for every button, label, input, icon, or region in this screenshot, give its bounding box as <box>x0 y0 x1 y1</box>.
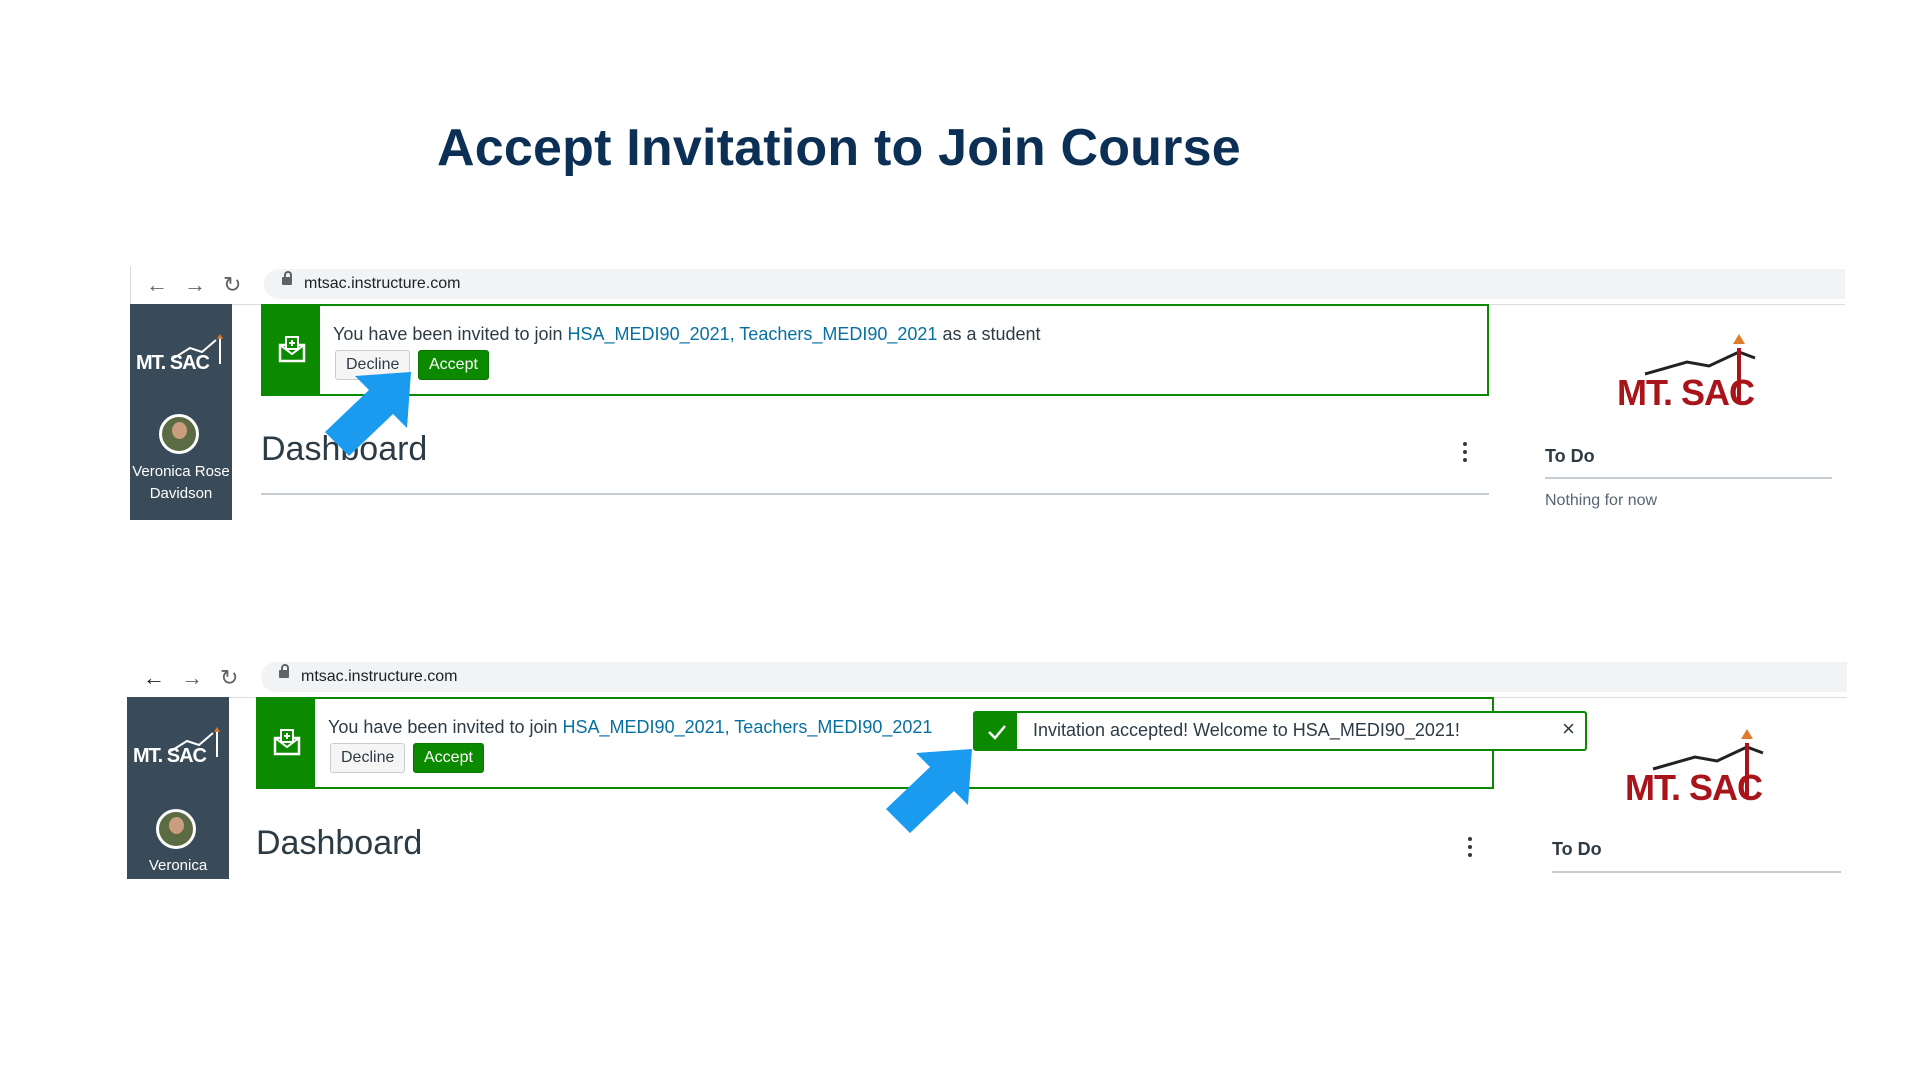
invitation-prefix: You have been invited to join <box>333 324 568 344</box>
invitation-suffix: as a student <box>937 324 1041 344</box>
course-links[interactable]: HSA_MEDI90_2021, Teachers_MEDI90_2021 <box>568 324 938 344</box>
todo-title: To Do <box>1552 839 1602 859</box>
screenshot-after-accept: ← → ↻ mtsac.instructure.com MT. SAC Vero… <box>0 659 1920 889</box>
page-title: Dashboard <box>256 824 423 862</box>
url-text: mtsac.instructure.com <box>304 275 461 292</box>
reload-icon[interactable]: ↻ <box>223 272 241 298</box>
decline-button[interactable]: Decline <box>330 743 406 773</box>
forward-arrow-icon[interactable]: → <box>184 272 206 298</box>
screenshot-before-accept: ← → ↻ mtsac.instructure.com MT. SAC Vero… <box>0 266 1920 526</box>
global-nav-sidebar: MT. SAC Veronica Rose Davidson <box>130 304 232 520</box>
slide-title: Accept Invitation to Join Course <box>437 119 1241 177</box>
brand-logo: MT. SAC <box>1625 729 1775 809</box>
forward-arrow-icon[interactable]: → <box>181 665 203 691</box>
sidebar-logo[interactable]: MT. SAC <box>133 745 207 768</box>
todo-empty-state: Nothing for now <box>1545 492 1658 509</box>
toast-check-box <box>975 713 1017 749</box>
invitation-icon-box <box>258 699 315 787</box>
avatar[interactable] <box>159 414 199 454</box>
invitation-prefix: You have been invited to join <box>328 717 563 737</box>
window-edge <box>130 266 131 304</box>
checkmark-icon <box>988 725 1006 740</box>
invitation-icon-box <box>263 306 320 394</box>
todo-divider <box>1545 477 1832 479</box>
dashboard-divider <box>261 493 1489 495</box>
user-name[interactable]: Veronica Rose Davidson <box>130 461 232 505</box>
back-arrow-icon[interactable]: ← <box>146 272 168 298</box>
brand-logo-text: MT. SAC <box>1625 767 1763 808</box>
invitation-message: You have been invited to join HSA_MEDI90… <box>333 324 1041 345</box>
success-toast: Invitation accepted! Welcome to HSA_MEDI… <box>973 711 1587 751</box>
brand-logo-text: MT. SAC <box>1617 372 1755 413</box>
accept-button[interactable]: Accept <box>418 350 489 380</box>
back-arrow-icon[interactable]: ← <box>143 665 165 691</box>
invitation-banner: You have been invited to join HSA_MEDI90… <box>261 304 1489 396</box>
user-name[interactable]: Veronica <box>127 855 229 877</box>
address-bar[interactable]: mtsac.instructure.com <box>261 662 1847 692</box>
address-bar[interactable]: mtsac.instructure.com <box>264 269 1845 299</box>
brand-logo: MT. SAC <box>1617 334 1767 414</box>
accept-button[interactable]: Accept <box>413 743 484 773</box>
toast-message: Invitation accepted! Welcome to HSA_MEDI… <box>1033 720 1460 740</box>
browser-toolbar: ← → ↻ mtsac.instructure.com <box>127 659 1847 695</box>
reload-icon[interactable]: ↻ <box>220 665 238 691</box>
browser-toolbar: ← → ↻ mtsac.instructure.com <box>130 266 1845 302</box>
avatar[interactable] <box>156 809 196 849</box>
envelope-plus-icon <box>278 336 306 363</box>
lock-icon <box>279 664 289 678</box>
global-nav-sidebar: MT. SAC Veronica <box>127 697 229 879</box>
dashboard-options-icon[interactable] <box>1468 837 1472 861</box>
pointer-arrow-icon <box>325 372 411 456</box>
course-links[interactable]: HSA_MEDI90_2021, Teachers_MEDI90_2021 <box>563 717 933 737</box>
envelope-plus-icon <box>273 729 301 756</box>
todo-title: To Do <box>1545 446 1595 466</box>
invitation-message: You have been invited to join HSA_MEDI90… <box>328 717 932 738</box>
lock-icon <box>282 271 292 285</box>
dashboard-options-icon[interactable] <box>1463 442 1467 466</box>
pointer-arrow-icon <box>886 749 972 833</box>
close-icon[interactable]: × <box>1562 716 1575 742</box>
url-text: mtsac.instructure.com <box>301 668 458 685</box>
sidebar-logo[interactable]: MT. SAC <box>136 352 210 375</box>
todo-divider <box>1552 871 1841 873</box>
